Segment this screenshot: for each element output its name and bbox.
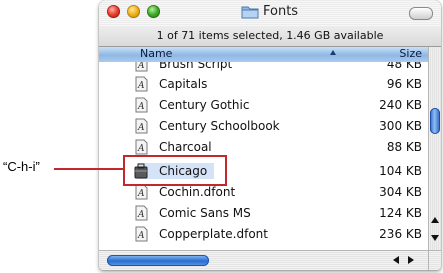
annotation-highlight-box bbox=[123, 155, 227, 186]
column-header-name[interactable]: Name bbox=[140, 47, 172, 60]
svg-text:A: A bbox=[137, 102, 145, 112]
font-file-icon: A bbox=[135, 62, 148, 72]
horizontal-scroll-thumb[interactable] bbox=[107, 255, 209, 266]
file-size: 124 KB bbox=[379, 206, 422, 220]
file-size: 104 KB bbox=[379, 164, 422, 178]
file-size: 48 KB bbox=[386, 62, 422, 71]
list-item[interactable]: A Brush Script 48 KB bbox=[99, 62, 428, 74]
file-name: Comic Sans MS bbox=[159, 206, 251, 220]
file-name: Brush Script bbox=[159, 62, 233, 71]
file-name: Century Gothic bbox=[159, 98, 250, 112]
finder-window: Fonts 1 of 71 items selected, 1.46 GB av… bbox=[99, 0, 441, 270]
sort-ascending-icon bbox=[330, 50, 336, 55]
font-file-icon: A bbox=[135, 76, 148, 92]
list-item[interactable]: A Charcoal 88 KB bbox=[99, 137, 428, 157]
font-file-icon: A bbox=[135, 184, 148, 200]
file-name: Charcoal bbox=[159, 140, 212, 154]
horizontal-scrollbar[interactable] bbox=[99, 250, 441, 270]
svg-text:A: A bbox=[137, 210, 145, 220]
annotation-label: “C-h-i” bbox=[3, 159, 40, 174]
svg-text:A: A bbox=[137, 123, 145, 133]
list-item[interactable]: A Century Schoolbook 300 KB bbox=[99, 116, 428, 136]
resize-grip[interactable] bbox=[428, 251, 441, 270]
list-item[interactable]: A Copperplate.dfont 236 KB bbox=[99, 224, 428, 244]
svg-text:A: A bbox=[137, 231, 145, 241]
file-size: 236 KB bbox=[379, 227, 422, 241]
file-size: 96 KB bbox=[386, 77, 422, 91]
minimize-button[interactable] bbox=[127, 5, 140, 18]
font-file-icon: A bbox=[135, 97, 148, 113]
file-size: 304 KB bbox=[379, 185, 422, 199]
file-size: 240 KB bbox=[379, 98, 422, 112]
scroll-right-arrow-icon[interactable] bbox=[408, 256, 414, 264]
scroll-left-arrow-icon[interactable] bbox=[393, 256, 399, 264]
svg-text:A: A bbox=[137, 189, 145, 199]
vertical-scrollbar[interactable] bbox=[428, 47, 441, 250]
scroll-down-arrow-icon[interactable] bbox=[431, 235, 439, 241]
folder-icon bbox=[241, 6, 259, 19]
column-header-size[interactable]: Size bbox=[399, 47, 422, 60]
file-name: Capitals bbox=[159, 77, 208, 91]
title-bar[interactable]: Fonts bbox=[99, 0, 441, 26]
font-file-icon: A bbox=[135, 139, 148, 155]
file-size: 300 KB bbox=[379, 119, 422, 133]
toolbar-toggle-button[interactable] bbox=[409, 7, 433, 20]
svg-text:A: A bbox=[137, 81, 145, 91]
font-file-icon: A bbox=[135, 205, 148, 221]
svg-text:A: A bbox=[137, 62, 145, 71]
annotation-callout-line bbox=[54, 168, 124, 170]
svg-text:A: A bbox=[137, 144, 145, 154]
list-item[interactable]: A Comic Sans MS 124 KB bbox=[99, 203, 428, 223]
vertical-scroll-thumb[interactable] bbox=[430, 108, 440, 134]
file-size: 88 KB bbox=[386, 140, 422, 154]
close-button[interactable] bbox=[107, 5, 120, 18]
font-file-icon: A bbox=[135, 226, 148, 242]
window-title: Fonts bbox=[263, 4, 299, 19]
font-file-icon: A bbox=[135, 118, 148, 134]
list-item[interactable]: A Century Gothic 240 KB bbox=[99, 95, 428, 115]
status-bar: 1 of 71 items selected, 1.46 GB availabl… bbox=[99, 26, 441, 47]
list-header: Name Size bbox=[99, 47, 428, 63]
file-name: Century Schoolbook bbox=[159, 119, 280, 133]
file-name: Cochin.dfont bbox=[159, 185, 236, 199]
scroll-up-arrow-icon[interactable] bbox=[431, 217, 439, 223]
file-name: Copperplate.dfont bbox=[159, 227, 268, 241]
zoom-button[interactable] bbox=[147, 5, 160, 18]
list-item[interactable]: A Capitals 96 KB bbox=[99, 74, 428, 94]
